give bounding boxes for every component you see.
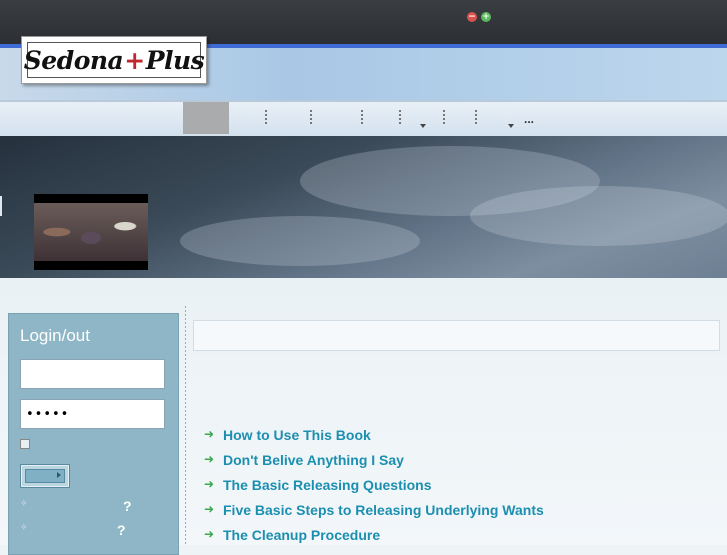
- username-input[interactable]: [20, 359, 165, 389]
- logo-word-sedona: Sedona: [23, 45, 124, 75]
- content-area: Login/out ✧ ? ✧ ? ➜ How to Use This Book…: [0, 278, 727, 555]
- zoom-in-icon[interactable]: +: [481, 12, 491, 22]
- toc-link[interactable]: Five Basic Steps to Releasing Underlying…: [223, 502, 544, 518]
- logo-word-plus: Plus: [145, 45, 205, 75]
- content-header-box: [193, 320, 720, 351]
- site-logo[interactable]: Sedona+Plus: [21, 36, 207, 84]
- cloud-shape: [470, 186, 727, 246]
- nav-item-active[interactable]: [183, 102, 229, 134]
- toc-link[interactable]: Don't Belive Anything I Say: [223, 452, 404, 468]
- nav-separator: [475, 110, 477, 126]
- video-thumbnail[interactable]: [34, 194, 148, 270]
- login-panel: Login/out ✧ ? ✧ ?: [8, 313, 179, 555]
- bullet-icon: ✧: [20, 522, 28, 532]
- nav-separator: [310, 110, 312, 126]
- arrow-right-icon: ➜: [204, 427, 215, 441]
- banner-edge-mark: [0, 196, 2, 216]
- nav-separator: [265, 110, 267, 126]
- toc-link[interactable]: The Cleanup Procedure: [223, 527, 380, 543]
- forgot-username-link[interactable]: ?: [117, 522, 126, 538]
- bullet-icon: ✧: [20, 498, 28, 508]
- logo-plus: +: [124, 45, 145, 75]
- column-divider: [185, 306, 186, 546]
- nav-separator: [443, 110, 445, 126]
- arrow-right-icon: ➜: [204, 477, 215, 491]
- zoom-out-icon[interactable]: −: [467, 12, 477, 22]
- main-nav: ...: [0, 100, 727, 138]
- logo-frame: Sedona+Plus: [24, 42, 205, 78]
- toc-link[interactable]: How to Use This Book: [223, 427, 371, 443]
- password-input[interactable]: [20, 399, 165, 429]
- toc-link[interactable]: The Basic Releasing Questions: [223, 477, 432, 493]
- login-button[interactable]: [20, 464, 70, 488]
- nav-separator: [399, 110, 401, 126]
- arrow-right-icon: ➜: [204, 502, 215, 516]
- dropdown-arrow-icon[interactable]: [508, 124, 514, 128]
- login-button-face: [25, 469, 65, 483]
- nav-more[interactable]: ...: [524, 112, 534, 126]
- logo-text: Sedona+Plus: [24, 46, 205, 75]
- nav-separator: [361, 110, 363, 126]
- hero-banner: [0, 136, 727, 278]
- cloud-shape: [180, 216, 420, 266]
- arrow-right-icon: ➜: [204, 452, 215, 466]
- dropdown-arrow-icon[interactable]: [420, 124, 426, 128]
- remember-me-checkbox[interactable]: [20, 439, 30, 449]
- arrow-right-icon: ➜: [204, 527, 215, 541]
- video-frame: [34, 203, 148, 261]
- forgot-password-link[interactable]: ?: [123, 498, 132, 514]
- login-title: Login/out: [20, 326, 90, 345]
- play-arrow-icon: [57, 472, 61, 478]
